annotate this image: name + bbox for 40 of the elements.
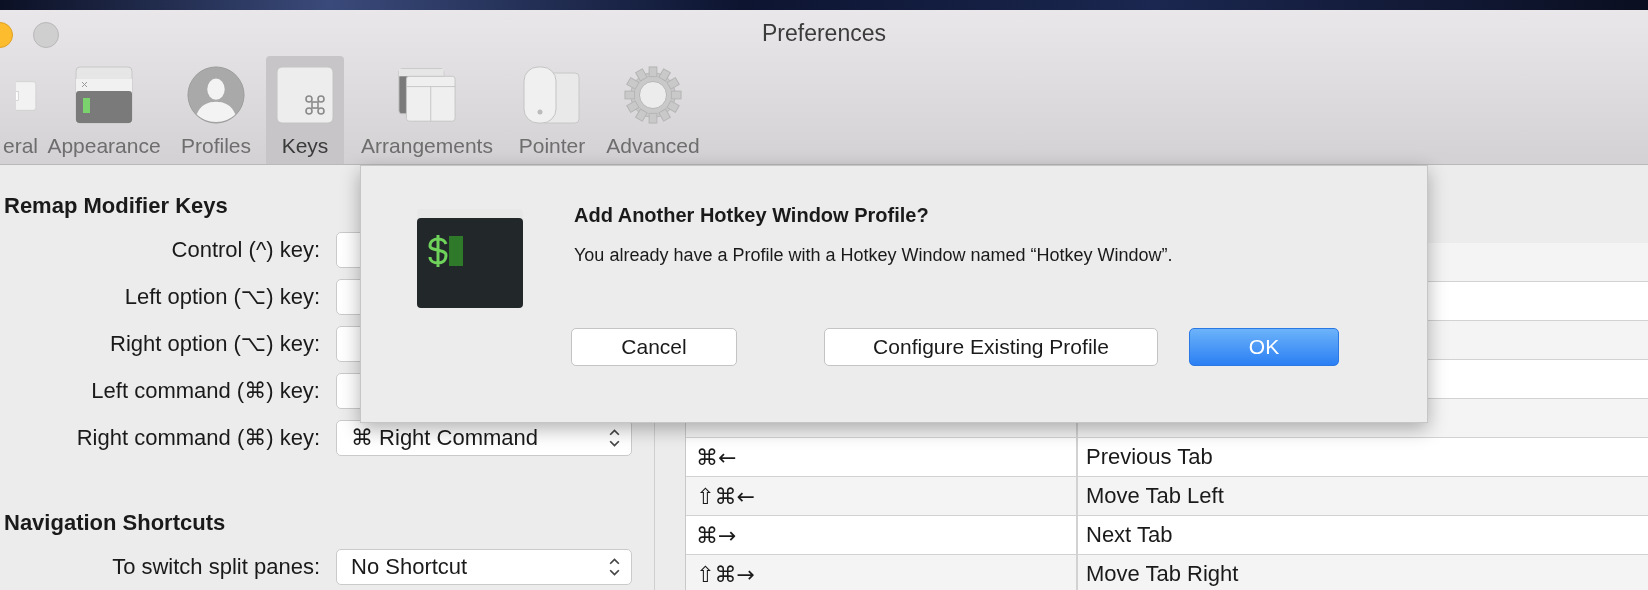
field-label: Right option (⌥) key: [109,331,321,357]
up-down-chevron-icon [608,555,621,578]
toolbar-tab[interactable]: Pointer [510,56,594,164]
dialog-button[interactable]: Cancel [571,328,737,366]
toolbar-tab[interactable]: Advanced [594,56,712,164]
table-cell: ⇧⌘→ [696,561,755,587]
toolbar-tab[interactable]: Profiles [166,56,266,164]
dialog-button[interactable]: OK [1189,328,1339,366]
table-cell: Previous Tab [1086,444,1213,470]
up-down-chevron-icon [608,427,621,450]
toolbar-tab[interactable]: Arrangements [344,56,510,164]
table-cell: ⌘→ [696,522,737,548]
section-heading: Remap Modifier Keys [4,193,228,220]
table-cell: ⇧⌘← [696,483,755,509]
command-key-icon [276,66,334,124]
mouse-icon [523,66,581,124]
field-label: Control (^) key: [170,236,321,263]
toolbar-tab[interactable]: eral [0,56,38,164]
toolbar-tab[interactable]: Keys [266,56,344,164]
toolbar-tab[interactable]: Appearance [42,56,166,164]
windows-icon [398,66,456,124]
table-cell: Move Tab Left [1086,483,1224,509]
table-cell: Move Tab Right [1086,561,1239,587]
table-cell: ⌘← [696,444,737,470]
popup-button[interactable]: No Shortcut [336,548,632,585]
dialog-title: Add Another Hotkey Window Profile? [574,204,930,227]
field-label: Right command (⌘) key: [75,425,321,452]
dialog-message: You already have a Profile with a Hotkey Window named “Hotkey Window”. [574,245,1174,266]
window-title: Preferences [762,19,886,47]
field-label: To switch split panes: [111,553,321,580]
table-cell: Next Tab [1086,522,1173,548]
dialog-button[interactable]: Configure Existing Profile [824,328,1158,366]
zoom-button[interactable] [33,22,59,48]
section-heading: Navigation Shortcuts [4,509,226,537]
popup-button[interactable]: ⌘ Right Command [336,420,632,457]
terminal-window-icon [75,66,133,124]
field-label: Left command (⌘) key: [90,378,321,405]
person-icon [187,66,245,124]
field-label: Left option (⌥) key: [123,283,321,310]
gear-icon [624,66,682,124]
